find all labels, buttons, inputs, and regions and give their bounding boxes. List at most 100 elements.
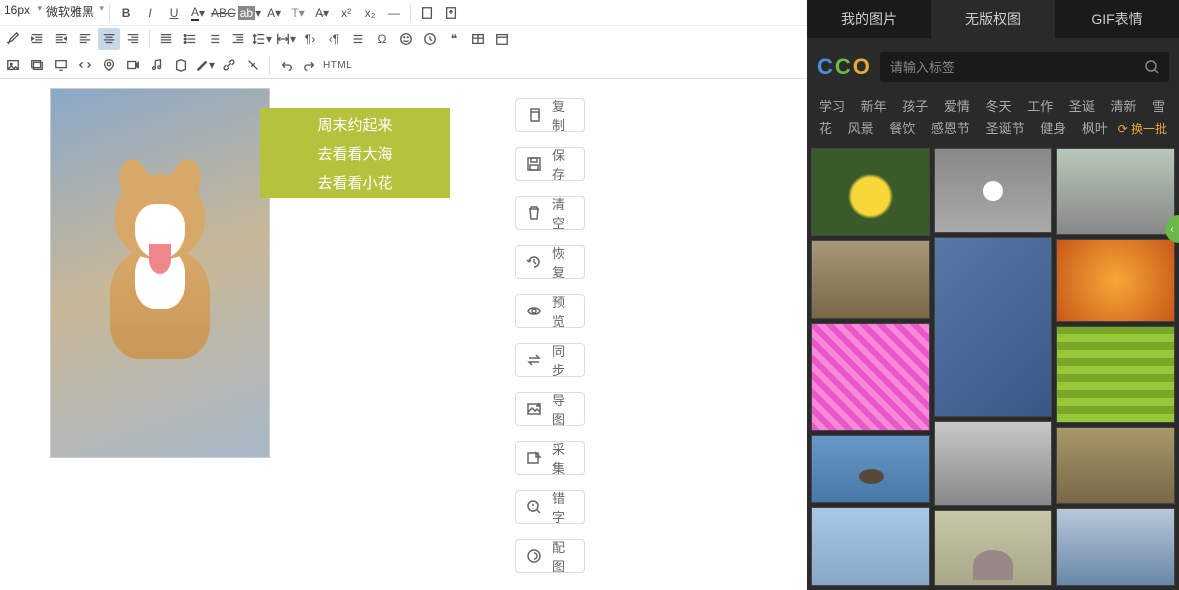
screen-button[interactable] bbox=[50, 54, 72, 76]
gallery-thumbnail[interactable] bbox=[934, 237, 1053, 417]
refresh-tags-button[interactable]: ⟳ 换一批 bbox=[1118, 118, 1167, 140]
gallery-thumbnail[interactable] bbox=[934, 510, 1053, 586]
attachment-button[interactable] bbox=[170, 54, 192, 76]
preview-button[interactable]: 预览 bbox=[515, 294, 585, 328]
tag-item[interactable]: 餐饮 bbox=[889, 121, 915, 136]
emoji-button[interactable] bbox=[395, 28, 417, 50]
list-ul-button[interactable] bbox=[179, 28, 201, 50]
align-justify-button[interactable] bbox=[155, 28, 177, 50]
indent-left-button[interactable] bbox=[26, 28, 48, 50]
align-center-button[interactable] bbox=[98, 28, 120, 50]
bold-button[interactable]: B bbox=[115, 2, 137, 24]
export-button[interactable] bbox=[440, 2, 462, 24]
auto-image-button[interactable]: 配图 bbox=[515, 539, 585, 573]
omega-button[interactable]: Ω bbox=[371, 28, 393, 50]
clear-format-button[interactable]: A̶▾ bbox=[311, 2, 333, 24]
video-button[interactable] bbox=[122, 54, 144, 76]
tab-my-images[interactable]: 我的图片 bbox=[807, 0, 931, 38]
hr-button[interactable]: — bbox=[383, 2, 405, 24]
tag-list: 学习 新年 孩子 爱情 冬天 工作 圣诞 清新 雪花 风景 餐饮 感恩节 圣诞节… bbox=[807, 92, 1179, 144]
letter-spacing-button[interactable]: ▾ bbox=[275, 28, 297, 50]
highlight-button[interactable]: ▾ bbox=[194, 54, 216, 76]
clock-button[interactable] bbox=[419, 28, 441, 50]
tag-item[interactable]: 健身 bbox=[1040, 121, 1066, 136]
code-button[interactable] bbox=[74, 54, 96, 76]
redo-button[interactable] bbox=[299, 54, 321, 76]
gallery-thumbnail[interactable] bbox=[934, 421, 1053, 506]
border-style-button[interactable]: A▾ bbox=[263, 2, 285, 24]
font-color-button[interactable]: A▾ bbox=[187, 2, 209, 24]
tag-item[interactable]: 新年 bbox=[861, 99, 887, 114]
unlink-button[interactable] bbox=[242, 54, 264, 76]
undo-button[interactable] bbox=[275, 54, 297, 76]
tag-item[interactable]: 工作 bbox=[1027, 99, 1053, 114]
list-ol-button[interactable] bbox=[203, 28, 225, 50]
location-button[interactable] bbox=[98, 54, 120, 76]
tag-search-input[interactable] bbox=[880, 52, 1135, 82]
tag-item[interactable]: 孩子 bbox=[902, 99, 928, 114]
table-button[interactable] bbox=[467, 28, 489, 50]
music-button[interactable] bbox=[146, 54, 168, 76]
gallery-thumbnail[interactable] bbox=[811, 240, 930, 319]
tab-cc0-images[interactable]: 无版权图 bbox=[931, 0, 1055, 38]
align-left-button[interactable] bbox=[74, 28, 96, 50]
strikethrough-button[interactable]: ABC bbox=[211, 2, 236, 24]
text-format-button[interactable]: T▾ bbox=[287, 2, 309, 24]
format-list-button[interactable] bbox=[347, 28, 369, 50]
gallery-thumbnail[interactable] bbox=[1056, 239, 1175, 321]
underline-button[interactable]: U bbox=[163, 2, 185, 24]
subscript-button[interactable]: x₂ bbox=[359, 2, 381, 24]
copy-button[interactable]: 复制 bbox=[515, 98, 585, 132]
outdent-button[interactable] bbox=[227, 28, 249, 50]
gallery-thumbnail[interactable] bbox=[1056, 427, 1175, 505]
brush-button[interactable] bbox=[2, 28, 24, 50]
gallery-thumbnail[interactable] bbox=[811, 507, 930, 586]
typo-check-button[interactable]: 错字 bbox=[515, 490, 585, 524]
ltr-button[interactable]: ¶› bbox=[299, 28, 321, 50]
tag-item[interactable]: 圣诞节 bbox=[986, 121, 1025, 136]
calendar-button[interactable] bbox=[491, 28, 513, 50]
rtl-button[interactable]: ‹¶ bbox=[323, 28, 345, 50]
gallery-thumbnail[interactable] bbox=[811, 323, 930, 431]
text-overlay[interactable]: 周末约起来 去看看大海 去看看小花 bbox=[260, 108, 450, 198]
align-right-button[interactable] bbox=[122, 28, 144, 50]
tag-item[interactable]: 清新 bbox=[1110, 99, 1136, 114]
restore-button[interactable]: 恢复 bbox=[515, 245, 585, 279]
tag-item[interactable]: 圣诞 bbox=[1069, 99, 1095, 114]
link-button[interactable] bbox=[218, 54, 240, 76]
italic-button[interactable]: I bbox=[139, 2, 161, 24]
tag-item[interactable]: 爱情 bbox=[944, 99, 970, 114]
clear-button[interactable]: 清空 bbox=[515, 196, 585, 230]
line-height-button[interactable]: ▾ bbox=[251, 28, 273, 50]
indent-right-button[interactable] bbox=[50, 28, 72, 50]
export-image-button[interactable]: 导图 bbox=[515, 392, 585, 426]
gallery-thumbnail[interactable] bbox=[1056, 326, 1175, 423]
collect-button[interactable]: 采集 bbox=[515, 441, 585, 475]
gallery-thumbnail[interactable] bbox=[934, 148, 1053, 233]
tag-item[interactable]: 学习 bbox=[819, 99, 845, 114]
image-button[interactable] bbox=[2, 54, 24, 76]
gallery-thumbnail[interactable] bbox=[811, 148, 930, 236]
sync-button[interactable]: 同步 bbox=[515, 343, 585, 377]
gallery-thumbnail[interactable] bbox=[1056, 148, 1175, 235]
image-side-panel: 我的图片 无版权图 GIF表情 CCO 学习 新年 孩子 爱情 冬天 工作 圣诞… bbox=[807, 0, 1179, 590]
action-column: 复制 保存 清空 恢复 预览 同步 导图 采集 错字 配图 bbox=[515, 98, 585, 573]
save-button[interactable]: 保存 bbox=[515, 147, 585, 181]
search-icon[interactable] bbox=[1135, 52, 1169, 82]
gallery-thumbnail[interactable] bbox=[1056, 508, 1175, 586]
images-button[interactable] bbox=[26, 54, 48, 76]
inserted-image[interactable] bbox=[50, 88, 270, 458]
font-family-select[interactable]: 微软雅黑 bbox=[44, 3, 104, 23]
tag-item[interactable]: 感恩节 bbox=[931, 121, 970, 136]
tab-gif[interactable]: GIF表情 bbox=[1055, 0, 1179, 38]
tag-item[interactable]: 风景 bbox=[848, 121, 874, 136]
new-doc-button[interactable] bbox=[416, 2, 438, 24]
font-size-select[interactable]: 16px bbox=[2, 3, 42, 23]
superscript-button[interactable]: x² bbox=[335, 2, 357, 24]
html-source-button[interactable]: HTML bbox=[323, 54, 352, 76]
quote-button[interactable]: ❝ bbox=[443, 28, 465, 50]
tag-item[interactable]: 枫叶 bbox=[1082, 121, 1108, 136]
bg-color-button[interactable]: ab▾ bbox=[238, 2, 261, 24]
tag-item[interactable]: 冬天 bbox=[986, 99, 1012, 114]
gallery-thumbnail[interactable] bbox=[811, 435, 930, 504]
